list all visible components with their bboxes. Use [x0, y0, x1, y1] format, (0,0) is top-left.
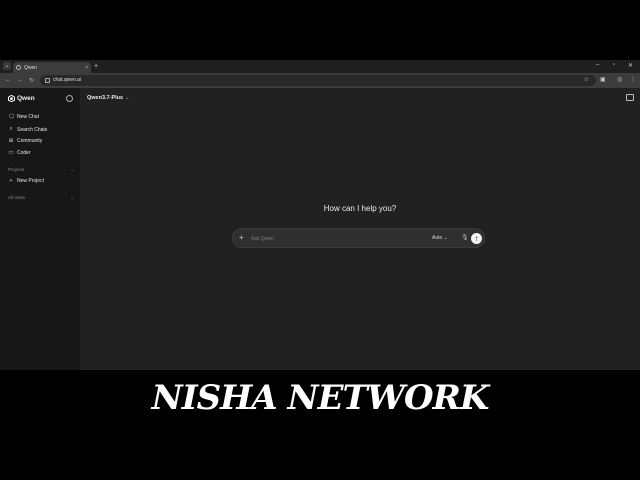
- sidebar-item-label: Coder: [17, 150, 31, 156]
- projects-section-header[interactable]: Projects ⌄: [8, 167, 74, 173]
- grid-icon: ⊞: [8, 138, 14, 144]
- sidebar-item-community[interactable]: ⊞ Community: [8, 138, 43, 144]
- model-name: Qwen3.7-Plus: [87, 95, 124, 101]
- qwen-app: Qwen 🗨 New Chat ⌕ Search Chats ⊞ Communi…: [0, 88, 640, 370]
- bookmark-star-icon[interactable]: ☆: [584, 76, 589, 83]
- tab-search-icon[interactable]: ⌄: [3, 62, 11, 70]
- sidebar-item-coder[interactable]: ▭ Coder: [8, 150, 31, 156]
- profile-icon[interactable]: ◎: [617, 76, 622, 83]
- sidebar-item-label: Community: [17, 138, 43, 144]
- model-selector[interactable]: Qwen3.7-Plus ⌄: [87, 95, 129, 101]
- extensions-icon[interactable]: ▣: [600, 76, 606, 83]
- projects-label: Projects: [8, 167, 25, 172]
- sidebar-item-label: New Chat: [17, 114, 39, 120]
- tab-close-icon[interactable]: ×: [85, 65, 88, 71]
- qwen-logo-icon: [8, 95, 15, 102]
- main-panel: Qwen3.7-Plus⌄ How can I help you? + Auto…: [80, 88, 640, 370]
- tab-title: Qwen: [24, 64, 38, 71]
- chat-input[interactable]: [251, 234, 411, 243]
- all-chats-label: All chats: [8, 195, 26, 200]
- new-project-button[interactable]: + New Project: [8, 178, 44, 184]
- code-icon: ▭: [8, 150, 14, 156]
- video-caption-bar: NISHA NETWORK: [0, 370, 640, 480]
- attach-plus-icon[interactable]: +: [239, 233, 244, 243]
- all-chats-section-header[interactable]: All chats ⌄: [8, 195, 74, 201]
- microphone-icon[interactable]: 🎙: [461, 234, 469, 241]
- sidebar-item-new-chat[interactable]: 🗨 New Chat: [8, 114, 39, 120]
- brand[interactable]: Qwen: [8, 95, 35, 102]
- site-info-icon[interactable]: [45, 78, 50, 83]
- reload-icon[interactable]: ↻: [29, 77, 34, 84]
- watermark-caption: NISHA NETWORK: [151, 378, 490, 418]
- back-icon[interactable]: ←: [5, 77, 11, 83]
- browser-toolbar: ← → ↻ chat.qwen.ai ☆ ▣ ◎ ⋮: [0, 73, 640, 88]
- mode-selector[interactable]: Auto ⌄: [432, 235, 448, 241]
- send-button[interactable]: ↑: [471, 233, 482, 244]
- sidebar-item-label: Search Chats: [17, 126, 48, 133]
- browser-window: ⌄ Qwen × + – ▫ ✕ ← → ↻ chat.qwen.ai ☆ ▣ …: [0, 60, 640, 370]
- sidebar: Qwen 🗨 New Chat ⌕ Search Chats ⊞ Communi…: [0, 88, 80, 370]
- new-chat-icon[interactable]: [626, 94, 634, 101]
- search-icon: ⌕: [9, 126, 13, 132]
- new-project-label: New Project: [17, 178, 44, 184]
- forward-icon[interactable]: →: [17, 77, 23, 83]
- browser-tab[interactable]: Qwen ×: [13, 62, 91, 73]
- new-tab-button[interactable]: +: [94, 63, 98, 70]
- sidebar-item-search-chats[interactable]: ⌕ Search Chats: [8, 126, 47, 133]
- brand-name: Qwen: [17, 95, 35, 102]
- address-bar[interactable]: chat.qwen.ai ☆: [40, 75, 596, 86]
- menu-dots-icon[interactable]: ⋮: [630, 76, 636, 83]
- chat-icon: 🗨: [8, 114, 15, 120]
- chevron-down-icon: ⌄: [125, 95, 130, 101]
- chevron-down-icon: ⌄: [70, 195, 74, 200]
- chevron-down-icon: ⌄: [70, 167, 74, 172]
- greeting-heading: How can I help you?: [323, 204, 397, 213]
- tab-strip: ⌄ Qwen × + – ▫ ✕: [0, 60, 640, 73]
- mode-label: Auto: [432, 235, 443, 241]
- favicon-icon: [16, 65, 21, 70]
- maximize-button[interactable]: ▫: [613, 62, 615, 68]
- collapse-sidebar-icon[interactable]: [66, 95, 73, 102]
- url-text: chat.qwen.ai: [53, 77, 82, 83]
- minimize-button[interactable]: –: [596, 62, 599, 68]
- chat-composer: + Auto ⌄ 🎙 ↑: [232, 228, 485, 248]
- plus-icon: +: [9, 178, 13, 184]
- close-window-button[interactable]: ✕: [628, 62, 633, 69]
